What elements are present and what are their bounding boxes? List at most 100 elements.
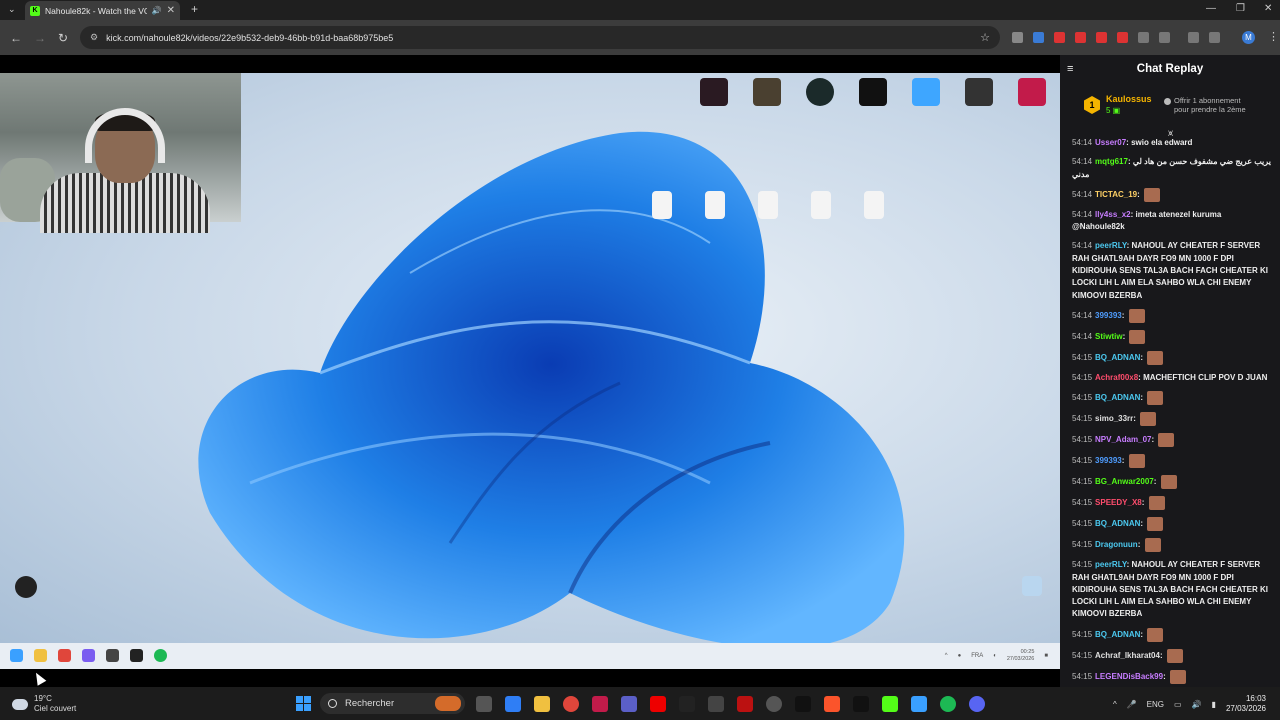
network-icon[interactable]: ▭ xyxy=(1174,700,1182,709)
chat-username[interactable]: 399393 xyxy=(1095,311,1122,320)
pinned-gift-leaderboard[interactable]: 1 Kaulossus 5 ▣ Offrir 1 abonnement pour… xyxy=(1074,91,1274,121)
chat-message: 54:15 SPEEDY_X8: xyxy=(1072,496,1274,511)
chat-username[interactable]: BQ_ADNAN xyxy=(1095,393,1140,402)
extensions-puzzle-icon[interactable] xyxy=(1159,32,1170,43)
brave-icon[interactable] xyxy=(824,696,840,712)
tab-search-icon[interactable]: ⌄ xyxy=(8,4,16,15)
chat-username[interactable]: SPEEDY_X8 xyxy=(1095,498,1142,507)
browser-menu-icon[interactable]: ⋮ xyxy=(1268,30,1279,43)
extension-icon[interactable] xyxy=(1054,32,1065,43)
chat-title: Chat Replay xyxy=(1136,63,1204,75)
video-windows-taskbar: ^ ● FRA ◐ 00:25 27/03/2026 ■ xyxy=(0,643,1060,669)
chat-username[interactable]: Dragonuun xyxy=(1095,540,1138,549)
chat-username[interactable]: Achraf_lkharat04 xyxy=(1095,651,1160,660)
chat-timestamp: 54:15 xyxy=(1072,560,1093,570)
chevron-up-icon[interactable]: ^ xyxy=(1113,700,1117,709)
new-tab-button[interactable]: + xyxy=(191,2,198,16)
chat-username[interactable]: lly4ss_x2 xyxy=(1095,210,1131,219)
chat-username[interactable]: Stiwtiw xyxy=(1095,332,1123,341)
chat-username[interactable]: LEGENDisBack99 xyxy=(1095,672,1163,681)
mic-icon[interactable]: 🎤 xyxy=(1127,700,1137,709)
spotify-icon[interactable] xyxy=(940,696,956,712)
audio-playing-icon[interactable]: 🔊 xyxy=(152,6,162,15)
bookmark-star-icon[interactable]: ☆ xyxy=(980,31,990,44)
extension-icon[interactable] xyxy=(1117,32,1128,43)
tab-title: Nahoule82k - Watch the VO xyxy=(45,5,147,16)
chat-username[interactable]: 399393 xyxy=(1095,456,1122,465)
chat-username[interactable]: NPV_Adam_07 xyxy=(1095,435,1151,444)
app-icon[interactable] xyxy=(737,696,753,712)
battery-icon[interactable]: ▮ xyxy=(1212,700,1216,709)
chat-username[interactable]: peerRLY xyxy=(1095,560,1127,569)
clock[interactable]: 16:03 27/03/2026 xyxy=(1226,694,1266,714)
reading-list-icon[interactable] xyxy=(1188,32,1199,43)
chat-timestamp: 54:15 xyxy=(1072,456,1093,466)
system-tray: ^ 🎤 ENG ▭ 🔊 ▮ 16:03 27/03/2026 xyxy=(1113,694,1266,714)
chat-username[interactable]: TICTAC_19 xyxy=(1095,190,1137,199)
download-icon[interactable] xyxy=(1209,32,1220,43)
chat-username[interactable]: mqtg617 xyxy=(1095,157,1128,166)
reload-button[interactable]: ↻ xyxy=(58,31,68,45)
app-icon[interactable] xyxy=(592,696,608,712)
extension-icon[interactable] xyxy=(1033,32,1044,43)
chat-username[interactable]: Usser07 xyxy=(1095,138,1126,147)
chat-username[interactable]: BQ_ADNAN xyxy=(1095,519,1140,528)
chrome-icon[interactable] xyxy=(563,696,579,712)
copilot-icon[interactable] xyxy=(505,696,521,712)
chat-username[interactable]: BQ_ADNAN xyxy=(1095,630,1140,639)
start-button[interactable] xyxy=(296,696,311,711)
extensions-row xyxy=(1012,32,1220,43)
address-bar[interactable]: ⚙ kick.com/nahoule82k/videos/22e9b532-de… xyxy=(80,26,1000,49)
app-icon[interactable] xyxy=(766,696,782,712)
extension-icon[interactable] xyxy=(1012,32,1023,43)
mic-icon: ● xyxy=(957,653,962,659)
task-view-icon[interactable] xyxy=(476,696,492,712)
chat-timestamp: 54:15 xyxy=(1072,629,1093,639)
chat-message: 54:15 399393: xyxy=(1072,454,1274,469)
chat-emote-icon xyxy=(1148,496,1165,511)
chat-emote-icon xyxy=(1144,187,1161,202)
volume-icon[interactable]: 🔊 xyxy=(1192,700,1202,709)
forward-button[interactable]: → xyxy=(34,31,46,45)
chat-separator: : xyxy=(1141,498,1147,508)
chat-emote-icon xyxy=(1166,648,1183,663)
youtube-icon[interactable] xyxy=(650,696,666,712)
app-icon[interactable] xyxy=(708,696,724,712)
video-clock-date: 27/03/2026 xyxy=(1006,656,1035,662)
chat-username[interactable]: peerRLY xyxy=(1095,241,1127,250)
minimize-icon[interactable]: — xyxy=(1206,3,1216,14)
weather-widget[interactable]: 19°C Ciel couvert xyxy=(12,694,76,714)
chat-username[interactable]: simo_33rr xyxy=(1095,414,1133,423)
extension-icon[interactable] xyxy=(1138,32,1149,43)
taskbar-search[interactable]: Rechercher xyxy=(320,693,465,714)
app-icon[interactable] xyxy=(795,696,811,712)
chat-header: ≡ Chat Replay xyxy=(1060,55,1280,85)
video-player[interactable] xyxy=(0,73,1060,643)
file-explorer-icon[interactable] xyxy=(534,696,550,712)
kick-icon[interactable] xyxy=(882,696,898,712)
site-info-icon[interactable]: ⚙ xyxy=(90,32,98,43)
back-button[interactable]: ← xyxy=(10,31,22,45)
browser-tab[interactable]: K Nahoule82k - Watch the VO 🔊 ✕ xyxy=(25,1,180,20)
spotify-icon xyxy=(154,649,167,662)
chat-username[interactable]: Achraf00x8 xyxy=(1095,373,1138,382)
language-indicator[interactable]: ENG xyxy=(1147,700,1164,709)
close-window-icon[interactable]: ✕ xyxy=(1264,3,1272,14)
chat-timestamp: 54:14 xyxy=(1072,157,1093,167)
maximize-icon[interactable]: ❐ xyxy=(1236,3,1245,14)
app-icon[interactable] xyxy=(853,696,869,712)
extension-icon[interactable] xyxy=(1096,32,1107,43)
discord-icon[interactable] xyxy=(969,696,985,712)
chat-timestamp: 54:14 xyxy=(1072,332,1093,342)
app-icon[interactable] xyxy=(679,696,695,712)
app-icon[interactable] xyxy=(911,696,927,712)
desktop-icon-jv xyxy=(743,78,791,106)
close-tab-icon[interactable]: ✕ xyxy=(167,5,175,16)
teams-icon[interactable] xyxy=(621,696,637,712)
chat-username[interactable]: BQ_ADNAN xyxy=(1095,353,1140,362)
chat-username[interactable]: BG_Anwar2007 xyxy=(1095,477,1154,486)
chat-timestamp: 54:14 xyxy=(1072,311,1093,321)
profile-avatar[interactable]: M xyxy=(1242,31,1255,44)
extension-icon[interactable] xyxy=(1075,32,1086,43)
chat-timestamp: 54:15 xyxy=(1072,393,1093,403)
